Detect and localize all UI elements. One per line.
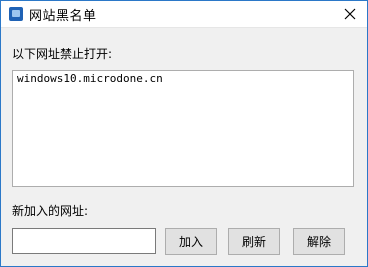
title-bar[interactable]: 网站黑名单 — [1, 1, 367, 28]
new-url-label: 新加入的网址: — [12, 204, 89, 218]
close-icon — [344, 8, 356, 20]
window-title: 网站黑名单 — [29, 9, 97, 24]
list-item[interactable]: windows10.microdone.cn — [17, 72, 349, 86]
remove-button[interactable]: 解除 — [293, 228, 345, 255]
blocked-url-list[interactable]: windows10.microdone.cn — [12, 70, 354, 187]
add-button[interactable]: 加入 — [165, 228, 217, 255]
app-window-icon — [9, 7, 23, 21]
new-url-input[interactable] — [12, 228, 156, 254]
refresh-button[interactable]: 刷新 — [228, 228, 280, 255]
close-button[interactable] — [333, 1, 367, 27]
blacklist-window: 网站黑名单 以下网址禁止打开: windows10.microdone.cn 新… — [0, 0, 368, 267]
blocked-list-label: 以下网址禁止打开: — [12, 47, 113, 61]
